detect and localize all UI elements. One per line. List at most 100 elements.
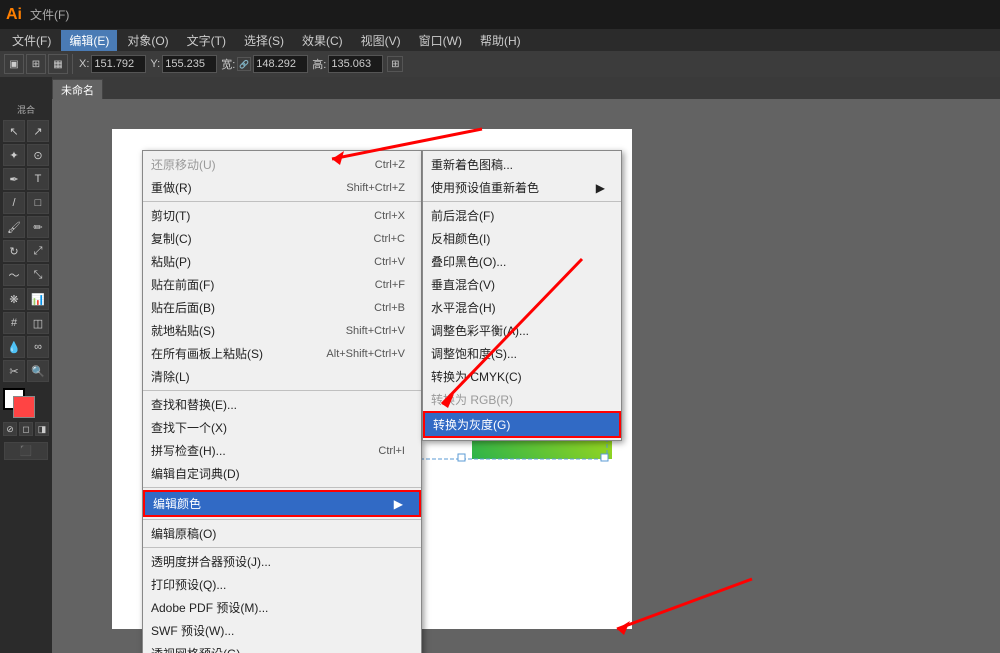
tool-row-10: 💧 ∞ (3, 336, 49, 358)
menu-swf-presets-label: SWF 预设(W)... (151, 622, 234, 639)
menu-effect[interactable]: 效果(C) (294, 30, 351, 51)
menu-view[interactable]: 视图(V) (353, 30, 409, 51)
magic-wand-tool[interactable]: ✦ (3, 144, 25, 166)
menu-redo[interactable]: 重做(R) Shift+Ctrl+Z (143, 176, 421, 199)
menu-file[interactable]: 文件(F) (4, 30, 59, 51)
warp-tool[interactable]: 〜 (3, 264, 25, 286)
menu-undo[interactable]: 还原移动(U) Ctrl+Z (143, 153, 421, 176)
color-btn[interactable]: ◻ (19, 422, 33, 436)
gradient-tool[interactable]: ◫ (27, 312, 49, 334)
menu-find-replace[interactable]: 查找和替换(E)... (143, 393, 421, 416)
lasso-tool[interactable]: ⊙ (27, 144, 49, 166)
toolbar-btn-1[interactable]: ▣ (4, 54, 24, 74)
menu-find-next[interactable]: 查找下一个(X) (143, 416, 421, 439)
menu-text[interactable]: 文字(T) (179, 30, 234, 51)
line-tool[interactable]: / (3, 192, 25, 214)
none-btn[interactable]: ⊘ (3, 422, 17, 436)
menu-pdf-presets[interactable]: Adobe PDF 预设(M)... (143, 596, 421, 619)
color-to-rgb[interactable]: 转换为 RGB(R) (423, 388, 621, 411)
color-invert[interactable]: 反相颜色(I) (423, 227, 621, 250)
color-balance[interactable]: 调整色彩平衡(A)... (423, 319, 621, 342)
sep-1 (143, 201, 421, 202)
menu-paste-in-place[interactable]: 就地粘贴(S) Shift+Ctrl+V (143, 319, 421, 342)
menu-clear[interactable]: 清除(L) (143, 365, 421, 388)
menu-object[interactable]: 对象(O) (119, 30, 176, 51)
rotate-tool[interactable]: ↻ (3, 240, 25, 262)
toolbar-transform-group: ▣ ⊞ ▦ (4, 54, 73, 74)
menu-help[interactable]: 帮助(H) (472, 30, 529, 51)
menu-redo-shortcut: Shift+Ctrl+Z (346, 182, 405, 194)
menu-paste[interactable]: 粘贴(P) Ctrl+V (143, 250, 421, 273)
menu-spell[interactable]: 拼写检查(H)... Ctrl+I (143, 439, 421, 462)
free-transform-tool[interactable]: ⤡ (27, 264, 49, 286)
change-mode-btn[interactable]: ⬛ (4, 442, 48, 460)
menu-paste-shortcut: Ctrl+V (374, 256, 405, 268)
toolbar-btn-3[interactable]: ▦ (48, 54, 68, 74)
menu-paste-all[interactable]: 在所有画板上粘贴(S) Alt+Shift+Ctrl+V (143, 342, 421, 365)
color-horizontal-label: 水平混合(H) (431, 299, 496, 316)
y-input[interactable] (162, 55, 217, 73)
menu-copy[interactable]: 复制(C) Ctrl+C (143, 227, 421, 250)
lock-ratio-btn[interactable]: 🔗 (237, 57, 251, 71)
pen-tool[interactable]: ✒ (3, 168, 25, 190)
menu-transparency[interactable]: 透明度拼合器预设(J)... (143, 550, 421, 573)
menu-cut[interactable]: 剪切(T) Ctrl+X (143, 204, 421, 227)
tool-row-3: ✒ T (3, 168, 49, 190)
color-submenu: 重新着色图稿... 使用预设值重新着色 ▶ 前后混合(F) 反相颜色(I) 叠印… (422, 150, 622, 441)
menu-perspective[interactable]: 透视网格预设(G)... (143, 642, 421, 653)
color-recolor[interactable]: 重新着色图稿... (423, 153, 621, 176)
color-to-grayscale[interactable]: 转换为灰度(G) (423, 411, 621, 438)
toolbar-btn-2[interactable]: ⊞ (26, 54, 46, 74)
color-use-preset[interactable]: 使用预设值重新着色 ▶ (423, 176, 621, 199)
select-tool[interactable]: ↖ (3, 120, 25, 142)
menu-paste-front[interactable]: 贴在前面(F) Ctrl+F (143, 273, 421, 296)
direct-select-tool[interactable]: ↗ (27, 120, 49, 142)
menu-window[interactable]: 窗口(W) (411, 30, 470, 51)
menu-paste-back[interactable]: 贴在后面(B) Ctrl+B (143, 296, 421, 319)
menu-spell-shortcut: Ctrl+I (378, 445, 405, 457)
fill-color[interactable] (13, 396, 35, 418)
doc-tab[interactable]: 未命名 (52, 79, 103, 99)
color-vertical[interactable]: 垂直混合(V) (423, 273, 621, 296)
menu-edit[interactable]: 编辑(E) (61, 30, 117, 51)
menu-swf-presets[interactable]: SWF 预设(W)... (143, 619, 421, 642)
paintbrush-tool[interactable]: 🖌 (3, 216, 25, 238)
h-input[interactable] (328, 55, 383, 73)
mesh-tool[interactable]: # (3, 312, 25, 334)
menu-print-presets[interactable]: 打印预设(Q)... (143, 573, 421, 596)
color-overprint[interactable]: 叠印黑色(O)... (423, 250, 621, 273)
ai-logo: Ai (6, 6, 22, 24)
symbol-tool[interactable]: ❋ (3, 288, 25, 310)
transform-btn[interactable]: ⊞ (387, 56, 403, 72)
pencil-tool[interactable]: ✏ (27, 216, 49, 238)
color-saturation[interactable]: 调整饱和度(S)... (423, 342, 621, 365)
menu-edit-dict[interactable]: 编辑自定词典(D) (143, 462, 421, 485)
eyedropper-tool[interactable]: 💧 (3, 336, 25, 358)
sep-2 (143, 390, 421, 391)
scale-tool[interactable]: ⤢ (27, 240, 49, 262)
edit-dropdown-menu: 还原移动(U) Ctrl+Z 重做(R) Shift+Ctrl+Z 剪切(T) … (142, 150, 422, 653)
menu-undo-shortcut: Ctrl+Z (375, 159, 405, 171)
tool-bottom: ⊘ ◻ ◨ (3, 388, 49, 436)
menu-paste-all-label: 在所有画板上粘贴(S) (151, 345, 263, 362)
color-blend-front[interactable]: 前后混合(F) (423, 204, 621, 227)
handle-bm[interactable] (458, 454, 465, 461)
rect-tool[interactable]: □ (27, 192, 49, 214)
menu-edit-original[interactable]: 编辑原稿(O) (143, 522, 421, 545)
crop-tool[interactable]: ✂ (3, 360, 25, 382)
w-input[interactable] (253, 55, 308, 73)
color-sep-1 (423, 201, 621, 202)
menu-undo-label: 还原移动(U) (151, 156, 216, 173)
graph-tool[interactable]: 📊 (27, 288, 49, 310)
zoom-tool[interactable]: 🔍 (27, 360, 49, 382)
text-tool[interactable]: T (27, 168, 49, 190)
x-input[interactable] (91, 55, 146, 73)
color-to-cmyk[interactable]: 转换为 CMYK(C) (423, 365, 621, 388)
blend-tool[interactable]: ∞ (27, 336, 49, 358)
gradient-btn[interactable]: ◨ (35, 422, 49, 436)
menu-edit-colors[interactable]: 编辑颜色 ▶ (143, 490, 421, 517)
color-horizontal[interactable]: 水平混合(H) (423, 296, 621, 319)
handle-br[interactable] (601, 454, 608, 461)
sep-3 (143, 487, 421, 488)
menu-select[interactable]: 选择(S) (236, 30, 292, 51)
